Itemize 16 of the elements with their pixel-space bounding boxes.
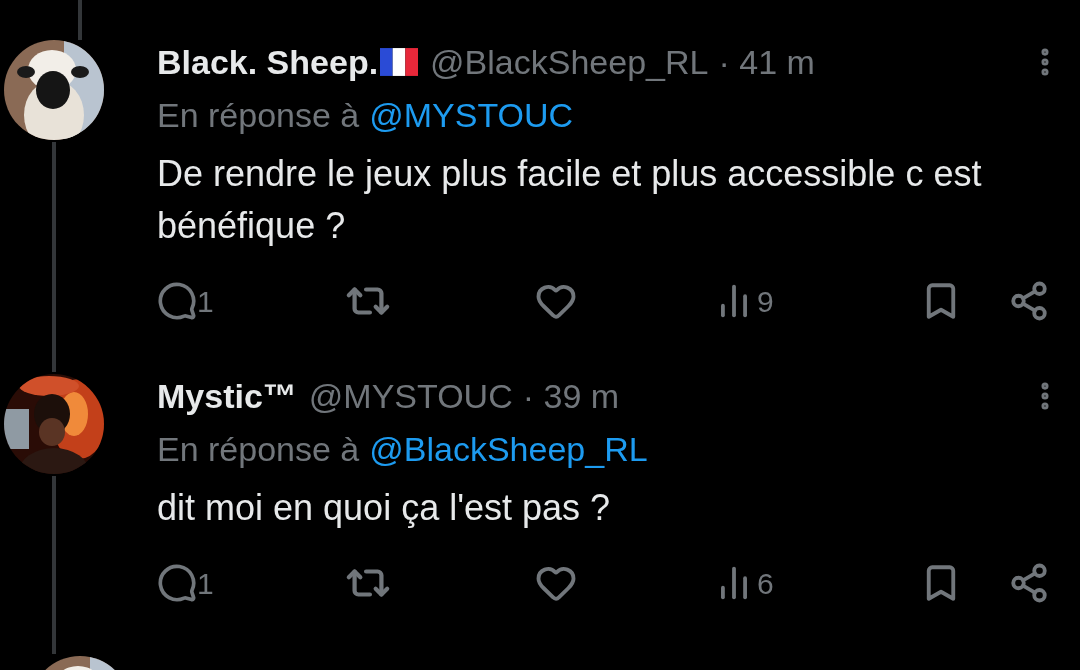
mention-link[interactable]: @MYSTOUC — [369, 89, 574, 141]
user-handle[interactable]: @BlackSheep_RL — [430, 36, 709, 88]
timestamp: · 39 m — [522, 375, 620, 417]
tweet-text: dit moi en quoi ça l'est pas ? — [157, 486, 612, 530]
share-icon[interactable] — [1008, 280, 1050, 322]
display-name: Black. Sheep. — [157, 41, 379, 83]
views-button[interactable]: 9 — [715, 278, 774, 324]
views-button[interactable]: 6 — [715, 560, 774, 606]
mention-link[interactable]: @BlackSheep_RL — [369, 423, 648, 475]
share-icon[interactable] — [1008, 562, 1050, 604]
display-name: Mystic™ — [157, 375, 297, 417]
user-handle[interactable]: @MYSTOUC — [308, 370, 513, 422]
reply-label: En réponse à — [157, 94, 360, 136]
reply-label: En réponse à — [157, 428, 360, 470]
timestamp: · 41 m — [718, 41, 815, 83]
tweet-text: De rendre le jeux plus facile et plus accessible c est bénéfique ? — [157, 152, 983, 248]
